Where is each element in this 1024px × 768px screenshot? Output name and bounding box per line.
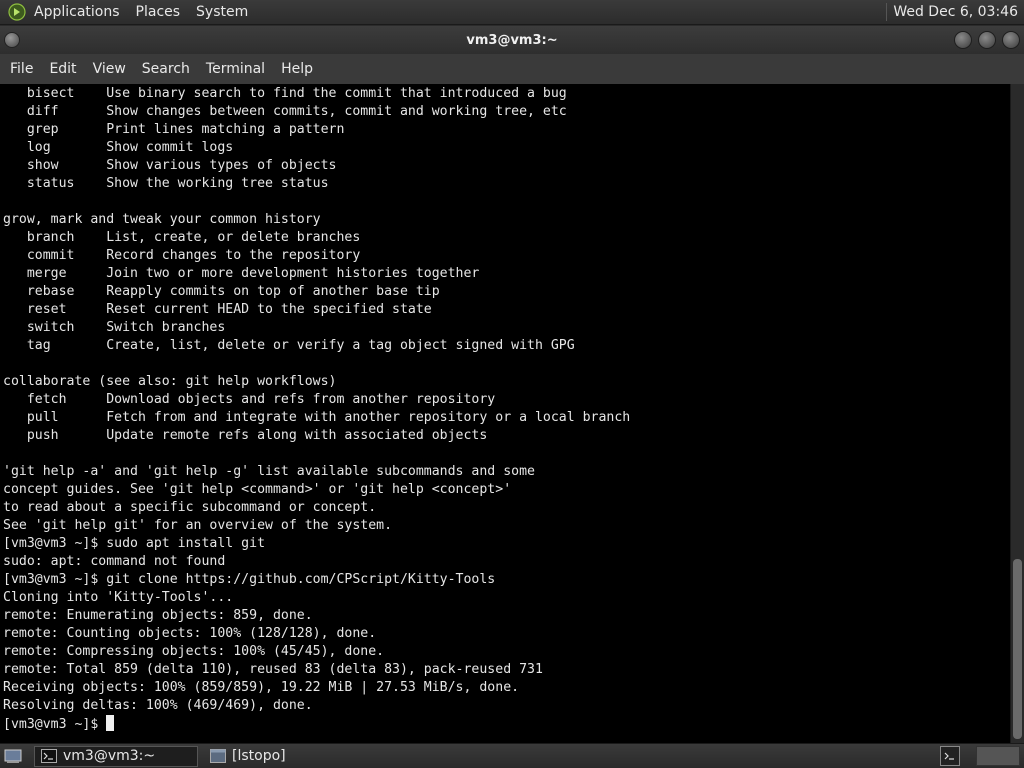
- text-cursor: [106, 715, 115, 731]
- terminal-line: reset Reset current HEAD to the specifie…: [3, 302, 432, 317]
- terminal-line: remote: Total 859 (delta 110), reused 83…: [3, 662, 543, 677]
- terminal-line: grep Print lines matching a pattern: [3, 122, 345, 137]
- terminal-line: show Show various types of objects: [3, 158, 337, 173]
- window-icon: [210, 749, 226, 763]
- distro-logo-icon[interactable]: [6, 1, 28, 23]
- window-menu-button[interactable]: [4, 32, 20, 48]
- terminal-line: Receiving objects: 100% (859/859), 19.22…: [3, 680, 520, 695]
- menu-terminal[interactable]: Terminal: [198, 61, 273, 77]
- terminal-line: grow, mark and tweak your common history: [3, 212, 321, 227]
- prompt-line[interactable]: [vm3@vm3 ~]$: [3, 715, 1010, 733]
- places-menu[interactable]: Places: [128, 4, 189, 20]
- terminal-line: remote: Counting objects: 100% (128/128)…: [3, 626, 377, 641]
- terminal-line: status Show the working tree status: [3, 176, 329, 191]
- clock[interactable]: Wed Dec 6, 03:46: [893, 4, 1024, 20]
- task-lstopo[interactable]: [lstopo]: [204, 746, 364, 767]
- close-button[interactable]: [1002, 31, 1020, 49]
- bottom-panel: vm3@vm3:~ [lstopo]: [0, 743, 1024, 768]
- terminal-line: diff Show changes between commits, commi…: [3, 104, 567, 119]
- scrollbar-thumb[interactable]: [1013, 559, 1022, 739]
- window-title: vm3@vm3:~: [466, 32, 558, 48]
- terminal-icon: [41, 749, 57, 763]
- terminal-line: branch List, create, or delete branches: [3, 230, 361, 245]
- terminal-line: remote: Compressing objects: 100% (45/45…: [3, 644, 385, 659]
- maximize-button[interactable]: [978, 31, 996, 49]
- task-label: [lstopo]: [232, 748, 286, 764]
- terminal-line: commit Record changes to the repository: [3, 248, 361, 263]
- terminal-line: bisect Use binary search to find the com…: [3, 86, 567, 101]
- terminal-line: concept guides. See 'git help <command>'…: [3, 482, 512, 497]
- terminal-menubar: File Edit View Search Terminal Help: [0, 54, 1024, 84]
- terminal-line: remote: Enumerating objects: 859, done.: [3, 608, 313, 623]
- terminal-line: push Update remote refs along with assoc…: [3, 428, 488, 443]
- system-menu[interactable]: System: [188, 4, 256, 20]
- menu-search[interactable]: Search: [134, 61, 198, 77]
- terminal-line: [vm3@vm3 ~]$ git clone https://github.co…: [3, 572, 496, 587]
- terminal-line: Cloning into 'Kitty-Tools'...: [3, 590, 234, 605]
- terminal-line: Resolving deltas: 100% (469/469), done.: [3, 698, 313, 713]
- shell-prompt: [vm3@vm3 ~]$: [3, 717, 107, 732]
- terminal-line: 'git help -a' and 'git help -g' list ava…: [3, 464, 535, 479]
- terminal-line: pull Fetch from and integrate with anoth…: [3, 410, 631, 425]
- task-terminal[interactable]: vm3@vm3:~: [34, 745, 198, 767]
- terminal-line: [vm3@vm3 ~]$ sudo apt install git: [3, 536, 266, 551]
- terminal-line: to read about a specific subcommand or c…: [3, 500, 377, 515]
- terminal-line: switch Switch branches: [3, 320, 226, 335]
- terminal-scrollbar[interactable]: [1010, 84, 1024, 743]
- menu-help[interactable]: Help: [273, 61, 321, 77]
- workspace-switcher[interactable]: [976, 746, 1020, 766]
- panel-separator: [886, 3, 888, 21]
- terminal-line: See 'git help git' for an overview of th…: [3, 518, 393, 533]
- show-desktop-icon[interactable]: [2, 746, 24, 766]
- window-titlebar[interactable]: vm3@vm3:~: [0, 26, 1024, 54]
- tray-terminal-icon[interactable]: [940, 746, 960, 766]
- terminal-line: tag Create, list, delete or verify a tag…: [3, 338, 575, 353]
- menu-file[interactable]: File: [2, 61, 41, 77]
- applications-menu[interactable]: Applications: [32, 4, 128, 20]
- terminal-line: sudo: apt: command not found: [3, 554, 226, 569]
- terminal-output[interactable]: bisect Use binary search to find the com…: [0, 84, 1010, 743]
- menu-edit[interactable]: Edit: [41, 61, 84, 77]
- minimize-button[interactable]: [954, 31, 972, 49]
- menu-view[interactable]: View: [85, 61, 134, 77]
- terminal-line: fetch Download objects and refs from ano…: [3, 392, 496, 407]
- terminal-line: log Show commit logs: [3, 140, 234, 155]
- terminal-line: merge Join two or more development histo…: [3, 266, 480, 281]
- top-panel: Applications Places System Wed Dec 6, 03…: [0, 0, 1024, 25]
- task-label: vm3@vm3:~: [63, 748, 156, 764]
- terminal-line: rebase Reapply commits on top of another…: [3, 284, 440, 299]
- terminal-line: collaborate (see also: git help workflow…: [3, 374, 337, 389]
